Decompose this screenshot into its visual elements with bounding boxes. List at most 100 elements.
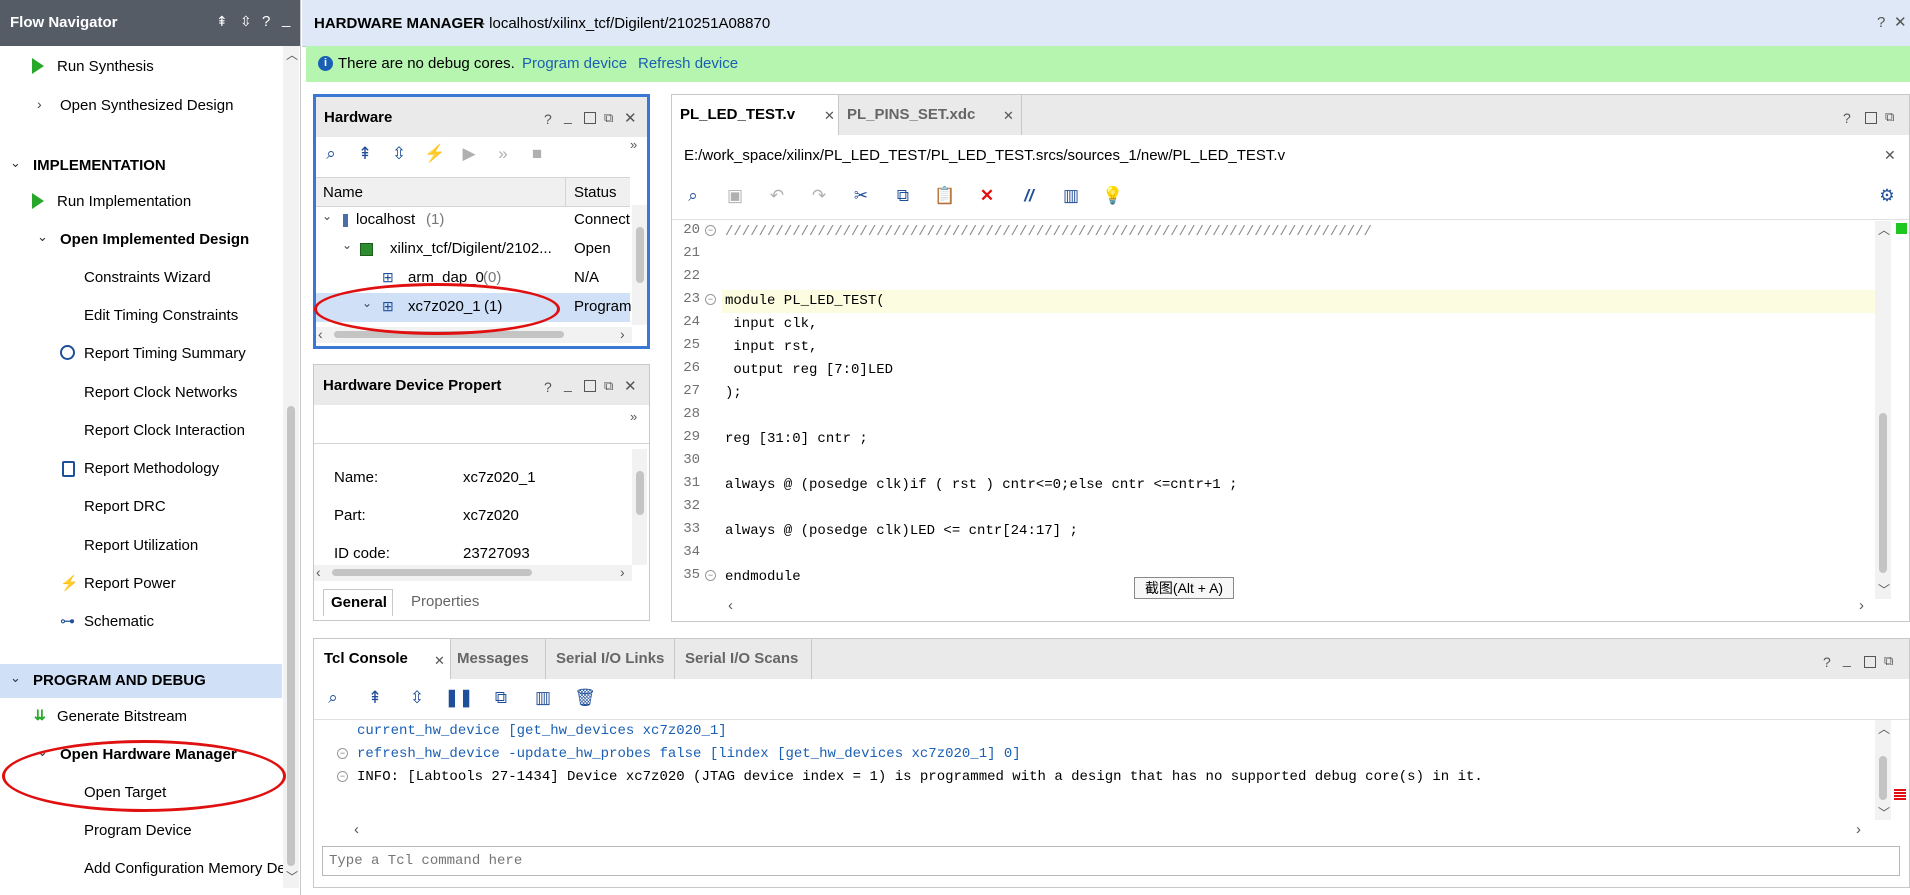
- copy-icon[interactable]: ⧉: [488, 685, 514, 711]
- nav-run-synthesis[interactable]: Run Synthesis: [57, 58, 154, 75]
- help-icon[interactable]: ?: [262, 13, 270, 30]
- maximize-icon[interactable]: [1864, 656, 1876, 668]
- help-icon[interactable]: ?: [1823, 654, 1831, 670]
- chevron-down-icon[interactable]: ⌄: [10, 155, 21, 171]
- search-icon[interactable]: ⌕: [318, 141, 344, 167]
- float-icon[interactable]: ⧉: [1885, 109, 1894, 125]
- refresh-device-link[interactable]: Refresh device: [638, 55, 738, 72]
- search-icon[interactable]: ⌕: [680, 183, 706, 209]
- col-name[interactable]: Name: [323, 184, 363, 201]
- expand-all-icon[interactable]: ⇳: [386, 141, 412, 167]
- nav-generate-bitstream[interactable]: Generate Bitstream: [57, 708, 187, 725]
- minimize-icon[interactable]: _: [564, 108, 572, 124]
- help-icon[interactable]: ?: [544, 111, 552, 127]
- close-icon[interactable]: ✕: [824, 108, 835, 124]
- help-icon[interactable]: ?: [1877, 14, 1885, 31]
- nav-report-utilization[interactable]: Report Utilization: [84, 537, 198, 554]
- nav-report-clock-networks[interactable]: Report Clock Networks: [84, 384, 237, 401]
- comment-icon[interactable]: //: [1016, 183, 1042, 209]
- scrollbar-thumb[interactable]: [636, 227, 644, 283]
- code-area[interactable]: 20 21 22 23 24 25 26 27 28 29 30 31 32 3…: [672, 221, 1887, 599]
- nav-report-drc[interactable]: Report DRC: [84, 498, 166, 515]
- redo-icon[interactable]: ↷: [806, 183, 832, 209]
- stop-icon[interactable]: ■: [524, 141, 550, 167]
- float-icon[interactable]: ⧉: [604, 378, 613, 394]
- expand-all-icon[interactable]: ⇳: [404, 685, 430, 711]
- chevron-down-icon[interactable]: ⌄: [10, 670, 21, 686]
- scrollbar-thumb[interactable]: [1879, 413, 1887, 573]
- scroll-left-icon[interactable]: ‹: [728, 597, 733, 614]
- scroll-up-icon[interactable]: ︿: [1878, 720, 1890, 737]
- fold-icon[interactable]: −: [705, 570, 716, 581]
- fold-icon[interactable]: −: [705, 294, 716, 305]
- nav-open-synthesized-design[interactable]: Open Synthesized Design: [60, 97, 233, 114]
- fold-icon[interactable]: −: [337, 771, 348, 782]
- scroll-down-icon[interactable]: ﹀: [1878, 581, 1890, 598]
- nav-section-implementation[interactable]: IMPLEMENTATION: [33, 157, 166, 174]
- scrollbar-thumb[interactable]: [332, 569, 532, 576]
- overflow-icon[interactable]: »: [630, 409, 637, 424]
- search-icon[interactable]: ⌕: [320, 685, 346, 711]
- editor-hscrollbar[interactable]: ‹ ›: [722, 597, 1875, 615]
- collapse-all-icon[interactable]: ⇞: [352, 141, 378, 167]
- scrollbar-thumb[interactable]: [636, 471, 644, 515]
- props-hscrollbar[interactable]: ‹ ›: [314, 564, 632, 581]
- tab-messages[interactable]: Messages: [451, 639, 546, 679]
- expand-all-icon[interactable]: ⇳: [240, 13, 252, 30]
- scroll-left-icon[interactable]: ‹: [318, 326, 323, 342]
- nav-open-implemented-design[interactable]: Open Implemented Design: [60, 231, 249, 248]
- help-icon[interactable]: ?: [544, 379, 552, 395]
- nav-report-timing-summary[interactable]: Report Timing Summary: [84, 345, 246, 362]
- scroll-right-icon[interactable]: ›: [1856, 821, 1861, 838]
- scroll-right-icon[interactable]: ›: [620, 326, 625, 342]
- hardware-vscrollbar[interactable]: [632, 205, 647, 325]
- scroll-left-icon[interactable]: ‹: [354, 821, 359, 838]
- minimize-icon[interactable]: _: [282, 11, 290, 28]
- console-output[interactable]: current_hw_device [get_hw_devices xc7z02…: [314, 720, 1874, 820]
- minimize-icon[interactable]: _: [564, 376, 572, 392]
- scroll-up-icon[interactable]: ︿: [286, 46, 298, 63]
- trash-icon[interactable]: 🗑: [572, 685, 598, 711]
- close-icon[interactable]: ✕: [434, 653, 445, 669]
- nav-add-configuration-memory[interactable]: Add Configuration Memory Dev: [84, 860, 293, 877]
- scroll-down-icon[interactable]: ﹀: [286, 868, 298, 885]
- scroll-right-icon[interactable]: ›: [1859, 597, 1864, 614]
- maximize-icon[interactable]: [584, 380, 596, 392]
- nav-report-power[interactable]: Report Power: [84, 575, 176, 592]
- pause-icon[interactable]: ❚❚: [445, 685, 474, 711]
- float-icon[interactable]: ⧉: [604, 110, 613, 126]
- close-icon[interactable]: ✕: [624, 109, 637, 127]
- run-icon[interactable]: ▶: [456, 141, 482, 167]
- gear-icon[interactable]: ⚙: [1874, 183, 1900, 209]
- scroll-down-icon[interactable]: ﹀: [1878, 804, 1890, 821]
- nav-scrollbar-thumb[interactable]: [287, 406, 295, 866]
- overflow-icon[interactable]: »: [630, 137, 637, 152]
- editor-vscrollbar[interactable]: ︿ ﹀: [1875, 221, 1891, 599]
- cut-icon[interactable]: ✂: [848, 183, 874, 209]
- columns-icon[interactable]: ▥: [530, 685, 556, 711]
- delete-icon[interactable]: ✕: [974, 183, 1000, 209]
- scroll-up-icon[interactable]: ︿: [1878, 221, 1890, 238]
- close-icon[interactable]: ✕: [1894, 13, 1907, 31]
- scrollbar-thumb[interactable]: [1879, 756, 1887, 800]
- editor-tab-active[interactable]: PL_LED_TEST.v ✕: [672, 95, 839, 135]
- program-device-link[interactable]: Program device: [522, 55, 627, 72]
- tab-tcl-console[interactable]: Tcl Console ✕: [314, 639, 451, 679]
- close-icon[interactable]: ✕: [1884, 147, 1896, 164]
- nav-run-implementation[interactable]: Run Implementation: [57, 193, 191, 210]
- fast-forward-icon[interactable]: »: [490, 141, 516, 167]
- console-hscrollbar[interactable]: ‹ ›: [350, 821, 1875, 839]
- columns-icon[interactable]: ▥: [1058, 183, 1084, 209]
- nav-section-program-and-debug[interactable]: PROGRAM AND DEBUG: [33, 672, 206, 689]
- fold-icon[interactable]: −: [705, 225, 716, 236]
- table-row[interactable]: ⌄ xilinx_tcf/Digilent/2102... Open: [316, 235, 630, 264]
- nav-schematic[interactable]: Schematic: [84, 613, 154, 630]
- scroll-left-icon[interactable]: ‹: [316, 564, 321, 580]
- tab-general[interactable]: General: [323, 589, 393, 616]
- chevron-down-icon[interactable]: ⌄: [322, 209, 332, 223]
- save-icon[interactable]: ▣: [722, 183, 748, 209]
- nav-program-device[interactable]: Program Device: [84, 822, 192, 839]
- tab-properties[interactable]: Properties: [411, 593, 479, 610]
- tab-serial-io-links[interactable]: Serial I/O Links: [546, 639, 675, 679]
- nav-edit-timing-constraints[interactable]: Edit Timing Constraints: [84, 307, 238, 324]
